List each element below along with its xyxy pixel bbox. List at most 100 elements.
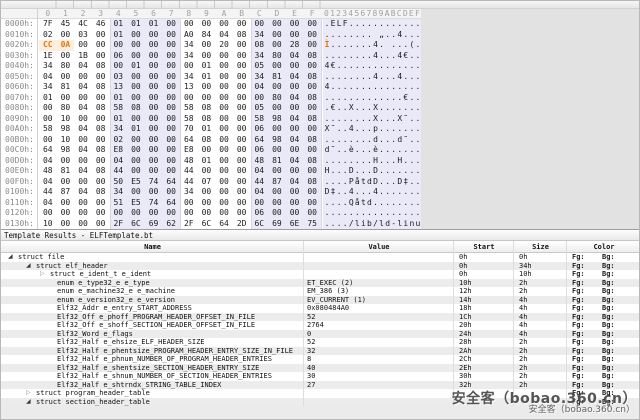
hex-byte[interactable]: 00 <box>145 114 163 125</box>
hex-byte[interactable]: 34 <box>180 187 198 198</box>
hex-byte[interactable]: 04 <box>286 156 304 167</box>
hex-byte[interactable]: 00 <box>127 156 145 167</box>
hex-byte[interactable]: 00 <box>162 187 180 198</box>
hex-byte[interactable]: 6C <box>198 219 216 230</box>
bg-color-label[interactable]: Bg: <box>602 296 615 305</box>
hex-byte[interactable]: 50 <box>110 177 128 188</box>
hex-byte[interactable]: 00 <box>162 103 180 114</box>
bg-color-label[interactable]: Bg: <box>602 355 615 364</box>
ascii-char[interactable]: . <box>415 177 421 188</box>
hex-byte[interactable]: 01 <box>198 61 216 72</box>
fg-color-label[interactable]: Fg: <box>572 313 585 322</box>
hex-byte[interactable]: 00 <box>127 51 145 62</box>
hex-byte[interactable]: 7F <box>39 19 57 30</box>
hex-byte[interactable]: 58 <box>110 103 128 114</box>
hex-byte[interactable]: 00 <box>127 166 145 177</box>
hex-byte[interactable]: 2F <box>180 219 198 230</box>
hex-byte[interactable]: 04 <box>110 156 128 167</box>
hex-byte[interactable]: CC <box>39 40 57 51</box>
results-row[interactable]: Elf32_Half e_shtrndx_STRING_TABLE_INDEX2… <box>1 381 640 390</box>
hex-byte[interactable]: 51 <box>110 198 128 209</box>
ascii-char[interactable]: . <box>415 40 421 51</box>
hex-byte[interactable]: 01 <box>110 93 128 104</box>
hex-byte[interactable]: 00 <box>233 19 251 30</box>
hex-byte[interactable]: 00 <box>215 156 233 167</box>
hex-byte[interactable]: 08 <box>92 61 110 72</box>
hex-byte[interactable]: 00 <box>162 124 180 135</box>
hex-byte[interactable]: 00 <box>162 40 180 51</box>
hex-byte[interactable]: 00 <box>198 19 216 30</box>
results-row[interactable]: enum e_type32_e e_typeET_EXEC (2)10h2hFg… <box>1 279 640 288</box>
hex-byte[interactable]: 00 <box>198 187 216 198</box>
hex-byte[interactable]: 04 <box>39 156 57 167</box>
results-column-divider[interactable] <box>513 241 514 406</box>
fg-color-label[interactable]: Fg: <box>572 296 585 305</box>
hex-byte[interactable]: 34 <box>251 30 269 41</box>
template-results-column-header[interactable]: NameValueStartSizeColor <box>1 241 640 253</box>
bg-color-label[interactable]: Bg: <box>602 364 615 373</box>
hex-byte[interactable]: 02 <box>110 135 128 146</box>
hex-byte[interactable]: 04 <box>74 82 92 93</box>
hex-byte[interactable]: 98 <box>268 114 286 125</box>
results-row[interactable]: Elf32_Addr e_entry_START_ADDRESS0x080484… <box>1 304 640 313</box>
hex-byte[interactable]: 44 <box>180 177 198 188</box>
hex-byte[interactable]: 08 <box>303 135 321 146</box>
hex-byte[interactable]: 00 <box>92 51 110 62</box>
fg-color-label[interactable]: Fg: <box>572 347 585 356</box>
hex-byte[interactable]: 58 <box>39 124 57 135</box>
hex-byte[interactable]: 00 <box>303 187 321 198</box>
fg-color-label[interactable]: Fg: <box>572 372 585 381</box>
hex-byte[interactable]: 00 <box>215 103 233 114</box>
hex-byte[interactable]: 00 <box>268 124 286 135</box>
hex-row[interactable]: 00E0h:48810408440000004400000004000000H.… <box>1 166 421 177</box>
hex-byte[interactable]: 0A <box>57 40 75 51</box>
hex-byte[interactable]: 81 <box>268 156 286 167</box>
results-column-divider[interactable] <box>566 241 567 406</box>
hex-byte[interactable]: 00 <box>198 145 216 156</box>
hex-byte[interactable]: 00 <box>268 19 286 30</box>
bg-color-label[interactable]: Bg: <box>602 389 615 398</box>
hex-byte[interactable]: 00 <box>74 114 92 125</box>
hex-byte[interactable]: 04 <box>251 166 269 177</box>
hex-byte[interactable]: 00 <box>233 82 251 93</box>
hex-byte[interactable]: 00 <box>286 82 304 93</box>
ascii-char[interactable]: . <box>415 198 421 209</box>
hex-byte[interactable]: 03 <box>110 72 128 83</box>
hex-byte[interactable]: E8 <box>110 145 128 156</box>
hex-byte[interactable]: 08 <box>303 93 321 104</box>
hex-byte[interactable]: 00 <box>233 145 251 156</box>
ascii-char[interactable]: . <box>415 145 421 156</box>
hex-byte[interactable]: 00 <box>162 166 180 177</box>
hex-byte[interactable]: 00 <box>233 114 251 125</box>
hex-byte[interactable]: 04 <box>74 103 92 114</box>
hex-byte[interactable]: 08 <box>92 103 110 114</box>
hex-byte[interactable]: 10 <box>39 219 57 230</box>
hex-byte[interactable]: 00 <box>110 208 128 219</box>
hex-byte[interactable]: 98 <box>57 124 75 135</box>
hex-byte[interactable]: 6E <box>286 219 304 230</box>
hex-byte[interactable]: 4C <box>74 19 92 30</box>
hex-row[interactable]: 0040h:348004080001000000010000050000004€… <box>1 61 421 72</box>
hex-row[interactable]: 0090h:00100000010000005808000058980408..… <box>1 114 421 125</box>
hex-byte[interactable]: 58 <box>180 114 198 125</box>
hex-byte[interactable]: 08 <box>303 51 321 62</box>
hex-byte[interactable]: 34 <box>251 72 269 83</box>
hex-byte[interactable]: 00 <box>286 208 304 219</box>
hex-byte[interactable]: 64 <box>162 177 180 188</box>
hex-byte[interactable]: 13 <box>110 82 128 93</box>
hex-byte[interactable]: 06 <box>251 124 269 135</box>
fg-color-label[interactable]: Fg: <box>572 270 585 279</box>
hex-byte[interactable]: 08 <box>198 135 216 146</box>
hex-byte[interactable]: 04 <box>286 114 304 125</box>
hex-byte[interactable]: 34 <box>180 40 198 51</box>
hex-grid[interactable]: 0000h:7F454C46010101000000000000000000.E… <box>1 19 421 229</box>
hex-byte[interactable]: 08 <box>127 103 145 114</box>
hex-byte[interactable]: 00 <box>233 156 251 167</box>
hex-byte[interactable]: 34 <box>39 61 57 72</box>
hex-byte[interactable]: E8 <box>180 145 198 156</box>
hex-byte[interactable]: 81 <box>57 82 75 93</box>
hex-byte[interactable]: 84 <box>198 30 216 41</box>
ascii-char[interactable]: . <box>415 114 421 125</box>
hex-byte[interactable]: 74 <box>145 177 163 188</box>
hex-byte[interactable]: 00 <box>233 93 251 104</box>
